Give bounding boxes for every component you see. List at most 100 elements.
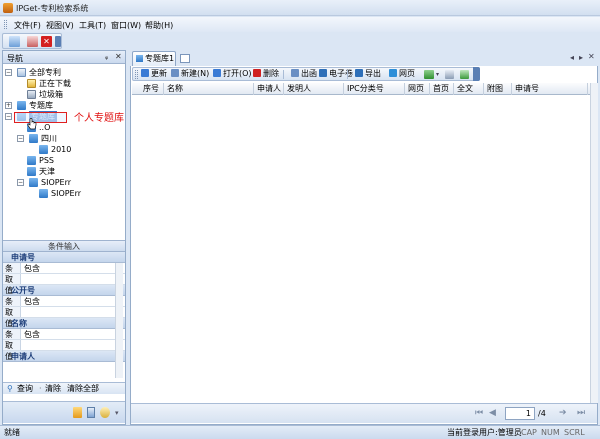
menu-help[interactable]: 帮助(H) [145, 20, 173, 31]
condition-value[interactable] [21, 340, 125, 350]
tree-item-label: ..O [39, 122, 50, 133]
tree-item[interactable]: −SIOPErr [19, 177, 121, 188]
folder-icon [27, 156, 36, 165]
clear-all-button[interactable]: 清除全部 [67, 383, 99, 394]
tab-label: 专题库1 [145, 54, 174, 63]
result-grid-scrollbar[interactable] [590, 83, 598, 403]
column-header[interactable]: 名称 [164, 83, 254, 95]
grip-icon[interactable] [135, 70, 138, 79]
new-button[interactable]: 新建(N) [171, 68, 209, 80]
tree-item-label: 正在下载 [39, 78, 71, 89]
tree-item-label: 四川 [41, 133, 57, 144]
tab-scroll-right-icon[interactable]: ▸ [579, 53, 583, 62]
column-header[interactable]: 首页 [430, 83, 454, 95]
search-icon[interactable]: ⚲ [7, 383, 13, 394]
tab-topic-library[interactable]: 专题库1 [132, 51, 176, 66]
delete-button[interactable]: 删除 [253, 68, 279, 80]
web-button[interactable]: 网页 [389, 68, 415, 80]
excel-icon[interactable] [424, 70, 434, 79]
condition-value[interactable]: 包含 [21, 329, 125, 339]
panel-close-icon[interactable]: ✕ [115, 52, 122, 61]
menu-view[interactable]: 视图(V) [46, 20, 74, 31]
num-indicator: NUM [541, 426, 560, 439]
condition-value[interactable]: 包含 [21, 263, 125, 273]
tab-scroll-left-icon[interactable]: ◂ [570, 53, 574, 62]
collapse-icon[interactable]: − [17, 135, 24, 142]
tree-item[interactable]: 垃圾箱 [19, 89, 121, 100]
excel-dropdown-icon[interactable]: ▾ [436, 71, 439, 78]
tree-item[interactable]: − 全部专利 [7, 67, 121, 78]
favorites-switch-icon[interactable] [100, 407, 110, 418]
print-icon[interactable] [445, 70, 454, 79]
tree-item[interactable]: 2010 [31, 144, 121, 155]
toolbar-dropdown-icon[interactable] [55, 36, 61, 47]
condition-value[interactable] [21, 307, 125, 317]
next-page-icon[interactable]: ➔ [559, 408, 567, 418]
column-header[interactable]: 序号 [140, 83, 164, 95]
column-header[interactable]: 申请号 [512, 83, 588, 95]
clear-button[interactable]: 清除 [45, 383, 61, 394]
column-header[interactable]: 网页 [405, 83, 430, 95]
navigation-switch-icon[interactable] [73, 407, 82, 418]
query-button[interactable]: 查询 [17, 383, 33, 394]
condition-row: 取值 [3, 307, 125, 318]
panel-switcher-bar: ▾ [3, 401, 125, 423]
first-page-icon[interactable]: ⏮ [475, 408, 483, 418]
tree-item[interactable]: SIOPErr [31, 188, 121, 199]
collapse-icon[interactable]: − [17, 179, 24, 186]
open-button[interactable]: 打开(O) [213, 68, 252, 80]
tab-close-icon[interactable]: ✕ [588, 52, 595, 61]
document-switch-icon[interactable] [87, 407, 95, 418]
result-grid-body[interactable] [132, 96, 590, 402]
collapse-icon[interactable]: − [5, 113, 12, 120]
column-header[interactable]: 全文 [454, 83, 484, 95]
pin-icon[interactable]: ᵩ [105, 52, 108, 61]
tree-item[interactable]: PSS [19, 155, 121, 166]
condition-scrollbar[interactable] [115, 263, 123, 378]
menu-file[interactable]: 文件(F) [14, 20, 41, 31]
expand-icon[interactable]: + [5, 102, 12, 109]
tree-item[interactable]: − 四川 [19, 133, 121, 144]
column-header[interactable]: 申请人 [254, 83, 284, 95]
condition-group-header[interactable]: 名称 [3, 318, 125, 329]
column-header[interactable]: 发明人 [284, 83, 344, 95]
folder-icon [29, 178, 38, 187]
download-icon [27, 79, 36, 88]
letter-button[interactable]: 出函 [291, 68, 317, 80]
tree-item[interactable]: 天津 [19, 166, 121, 177]
annotation-label: 个人专题库 [74, 109, 124, 124]
collapse-icon[interactable]: − [5, 69, 12, 76]
condition-key: 取值 [3, 274, 21, 284]
tree-item[interactable]: 正在下载 [19, 78, 121, 89]
toolbar-overflow-icon[interactable] [473, 67, 480, 81]
annotation-highlight-box [14, 112, 67, 123]
condition-group-header[interactable]: 公开号 [3, 285, 125, 296]
navigate-icon[interactable] [9, 36, 20, 47]
condition-value[interactable]: 包含 [21, 296, 125, 306]
column-header[interactable]: 附图 [484, 83, 512, 95]
condition-group-header[interactable]: 申请人 [3, 351, 125, 362]
sync-icon[interactable] [460, 70, 469, 79]
tree-item-label: 全部专利 [29, 67, 61, 78]
menu-window[interactable]: 窗口(W) [111, 20, 141, 31]
condition-key: 取值 [3, 340, 21, 350]
condition-buttons: ⚲ 查询 · 清除 清除全部 [3, 382, 125, 394]
letter-icon [291, 69, 299, 77]
folder-icon [17, 101, 26, 110]
close-icon[interactable]: ✕ [41, 36, 52, 47]
page-number-input[interactable]: 1 [505, 407, 535, 420]
refresh-button[interactable]: 更新 [141, 68, 167, 80]
prev-page-icon[interactable]: ◀ [489, 408, 496, 418]
chevron-down-icon[interactable]: ▾ [115, 409, 119, 417]
column-header[interactable]: IPC分类号 [344, 83, 405, 95]
menu-tools[interactable]: 工具(T) [79, 20, 106, 31]
page-total: /4 [538, 409, 546, 418]
new-tab-icon[interactable] [180, 54, 190, 63]
condition-group-header[interactable]: 申请号 [3, 252, 125, 263]
condition-value[interactable] [21, 274, 125, 284]
last-page-icon[interactable]: ⏭ [577, 408, 585, 418]
grip-icon[interactable] [4, 20, 7, 29]
menu-bar: 文件(F) 视图(V) 工具(T) 窗口(W) 帮助(H) [0, 17, 600, 32]
export-button[interactable]: 导出 [355, 68, 381, 80]
tools-icon[interactable] [27, 36, 38, 47]
